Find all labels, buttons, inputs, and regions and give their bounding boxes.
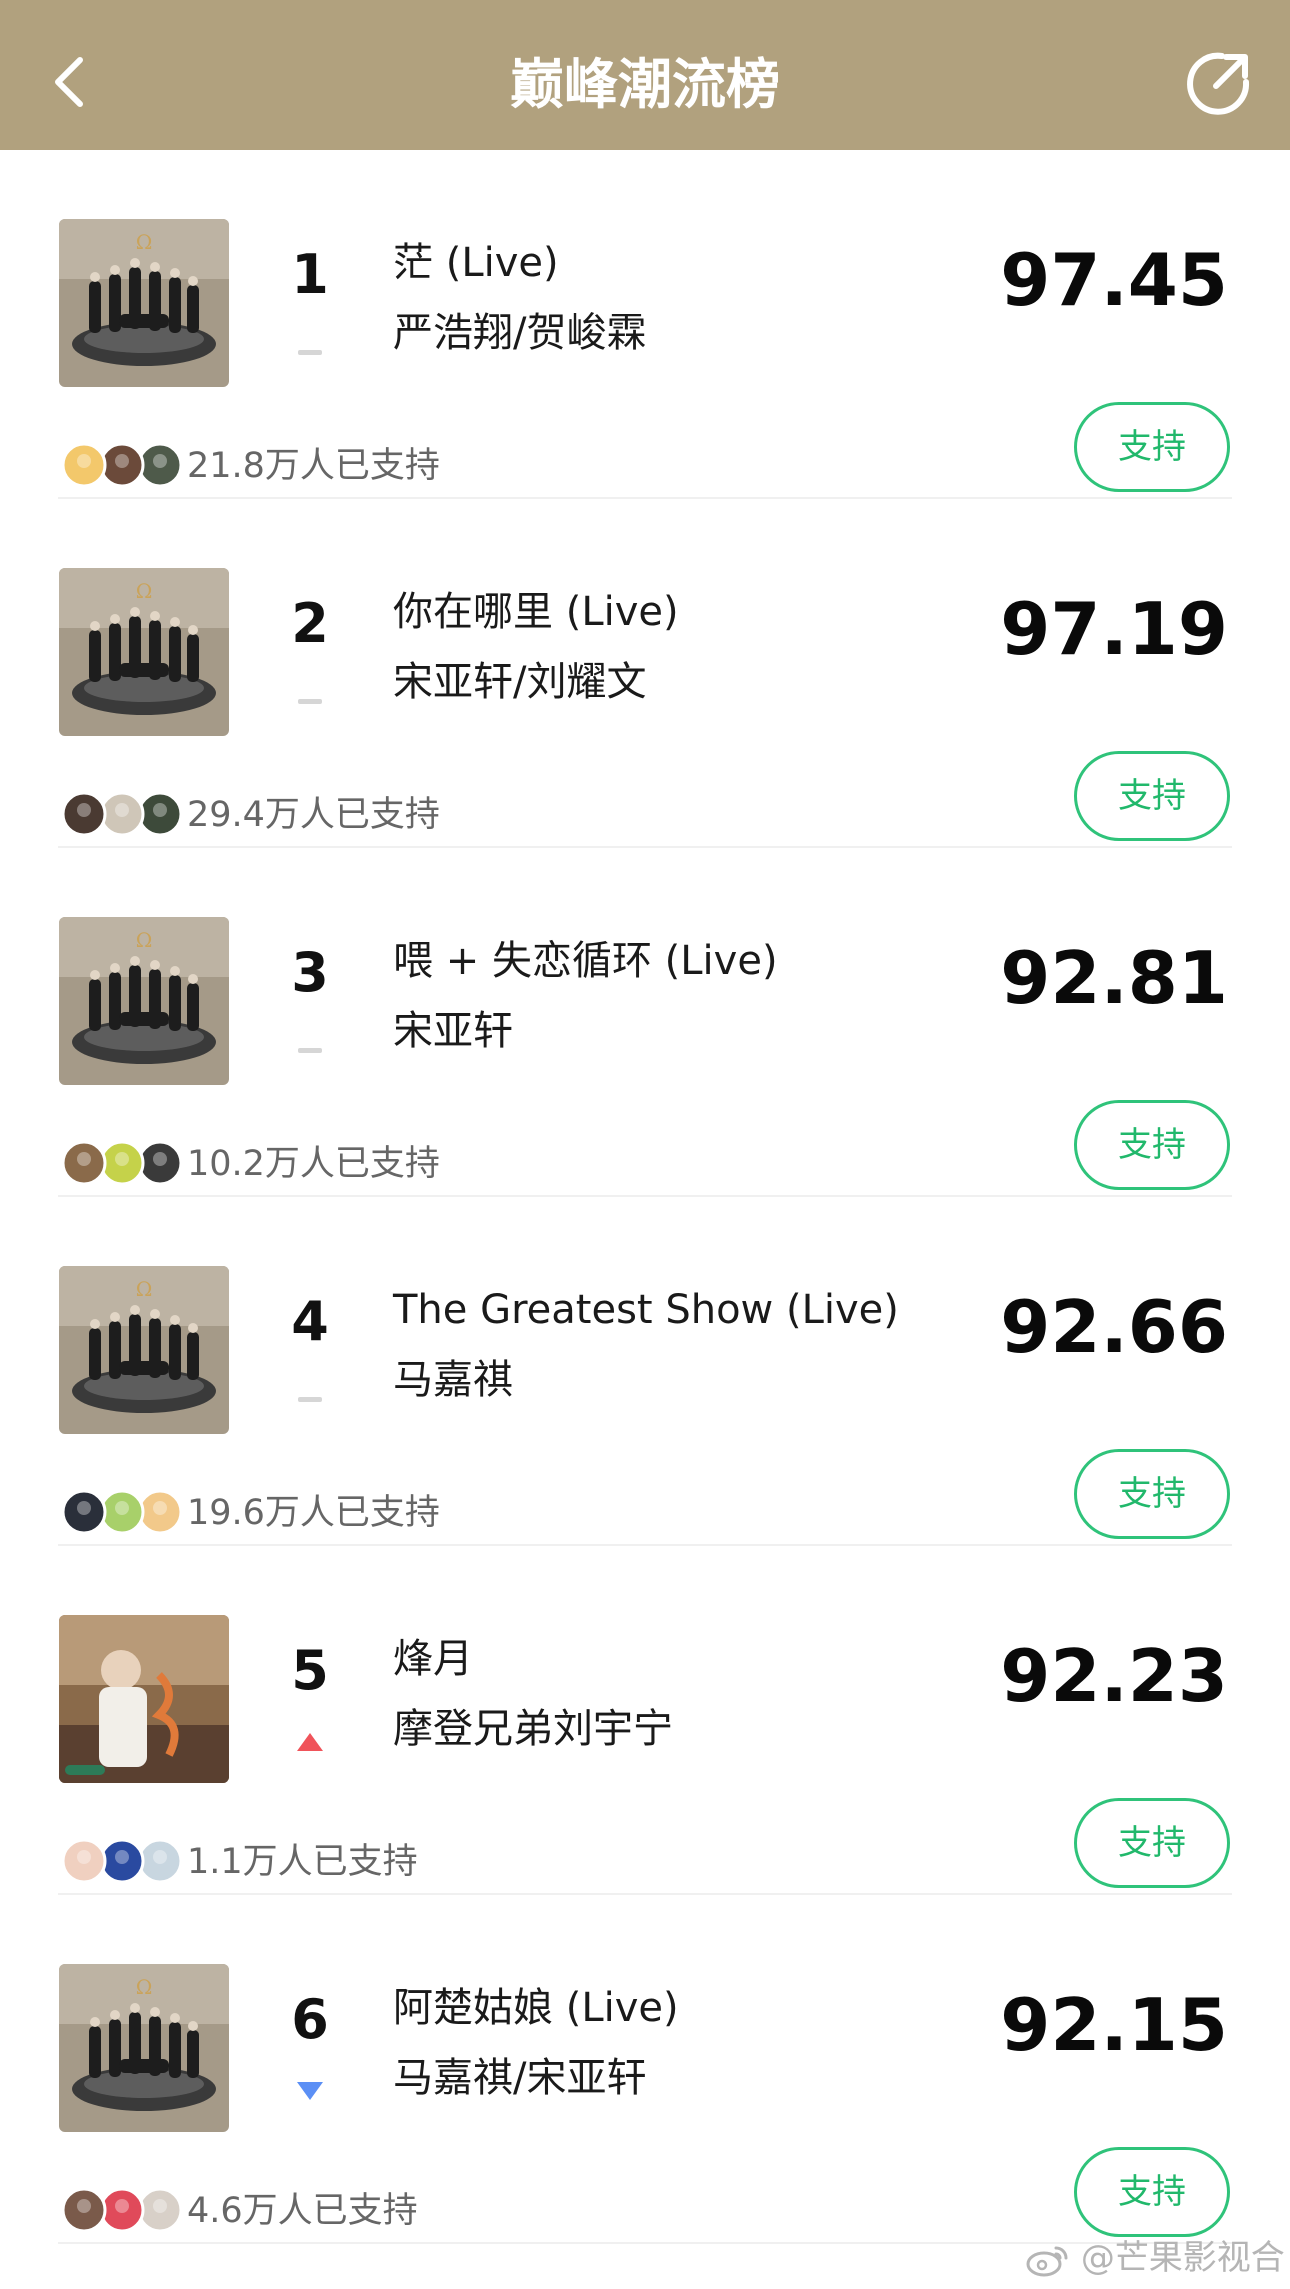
chart-row[interactable]: Ω 2 你在哪里 (Live) 宋亚轩/刘耀文 97.19 29.4万人已支持 支持 bbox=[0, 499, 1290, 848]
trend-flat-icon bbox=[298, 699, 322, 704]
support-button[interactable]: 支持 bbox=[1074, 1100, 1230, 1190]
supporter-count: 21.8万人已支持 bbox=[187, 446, 440, 486]
share-button[interactable] bbox=[1182, 48, 1254, 120]
rank-trend bbox=[296, 2080, 324, 2102]
score: 97.19 bbox=[1000, 587, 1228, 671]
supporter-avatars bbox=[61, 2187, 183, 2233]
artist-name: 摩登兄弟刘宇宁 bbox=[393, 1706, 673, 1752]
watermark-text: @芒果影视合 bbox=[1080, 2238, 1285, 2278]
artist-name: 宋亚轩 bbox=[393, 1008, 513, 1054]
rank-trend bbox=[296, 335, 324, 357]
artist-name: 马嘉祺 bbox=[393, 1357, 513, 1403]
rank-number: 6 bbox=[291, 1988, 329, 2051]
support-button[interactable]: 支持 bbox=[1074, 2147, 1230, 2237]
artist-name: 严浩翔/贺峻霖 bbox=[393, 310, 647, 356]
score: 92.23 bbox=[1000, 1634, 1228, 1718]
svg-text:Ω: Ω bbox=[136, 1277, 153, 1301]
page-title: 巅峰潮流榜 bbox=[510, 53, 780, 116]
trend-flat-icon bbox=[298, 350, 322, 355]
song-title[interactable]: 喂 + 失恋循环 (Live) bbox=[393, 934, 778, 988]
trend-up-icon bbox=[297, 1733, 323, 1751]
supporter-count: 4.6万人已支持 bbox=[187, 2191, 418, 2231]
trend-flat-icon bbox=[298, 1048, 322, 1053]
song-title[interactable]: 你在哪里 (Live) bbox=[393, 585, 679, 639]
supporter-avatars bbox=[61, 791, 183, 837]
supporter-count: 10.2万人已支持 bbox=[187, 1144, 440, 1184]
chart-row[interactable]: Ω 3 喂 + 失恋循环 (Live) 宋亚轩 92.81 10.2万人已支持 支持 bbox=[0, 848, 1290, 1197]
score: 92.81 bbox=[1000, 936, 1228, 1020]
album-cover[interactable] bbox=[59, 1615, 229, 1783]
score: 97.45 bbox=[1000, 238, 1228, 322]
rank-trend bbox=[296, 1033, 324, 1055]
supporter-avatars bbox=[61, 1140, 183, 1186]
album-cover[interactable]: Ω bbox=[59, 568, 229, 736]
rank-number: 4 bbox=[291, 1290, 329, 1353]
artist-name: 宋亚轩/刘耀文 bbox=[393, 659, 647, 705]
chart-row[interactable]: Ω 4 The Greatest Show (Live) 马嘉祺 92.66 19.6万人… bbox=[0, 1197, 1290, 1546]
supporter-count: 19.6万人已支持 bbox=[187, 1493, 440, 1533]
trend-flat-icon bbox=[298, 1397, 322, 1402]
watermark: @芒果影视合 bbox=[1026, 2233, 1285, 2283]
svg-text:Ω: Ω bbox=[136, 928, 153, 952]
chart-row[interactable]: Ω 1 茫 (Live) 严浩翔/贺峻霖 97.45 21.8万人已支持 支持 bbox=[0, 150, 1290, 499]
supporter-count: 1.1万人已支持 bbox=[187, 1842, 418, 1882]
album-cover[interactable]: Ω bbox=[59, 1964, 229, 2132]
svg-text:Ω: Ω bbox=[136, 230, 153, 254]
artist-name: 马嘉祺/宋亚轩 bbox=[393, 2055, 647, 2101]
rank-trend bbox=[296, 1382, 324, 1404]
supporter-count: 29.4万人已支持 bbox=[187, 795, 440, 835]
song-title[interactable]: 烽月 bbox=[393, 1632, 473, 1686]
rank-trend bbox=[296, 1731, 324, 1753]
album-cover[interactable]: Ω bbox=[59, 917, 229, 1085]
chart-row[interactable]: Ω 6 阿楚姑娘 (Live) 马嘉祺/宋亚轩 92.15 4.6万人已支持 支持 bbox=[0, 1895, 1290, 2244]
supporter-avatars bbox=[61, 442, 183, 488]
song-title[interactable]: 阿楚姑娘 (Live) bbox=[393, 1981, 679, 2035]
supporter-avatars bbox=[61, 1489, 183, 1535]
score: 92.15 bbox=[1000, 1983, 1228, 2067]
chart-row[interactable]: 5 烽月摩登兄弟刘宇宁 92.23 1.1万人已支持 支持 bbox=[0, 1546, 1290, 1895]
supporter-avatars bbox=[61, 1838, 183, 1884]
support-button[interactable]: 支持 bbox=[1074, 402, 1230, 492]
rank-trend bbox=[296, 684, 324, 706]
rank-number: 3 bbox=[291, 941, 329, 1004]
rank-number: 2 bbox=[291, 592, 329, 655]
top-bar: 巅峰潮流榜 bbox=[0, 0, 1290, 150]
rank-number: 5 bbox=[291, 1639, 329, 1702]
album-cover[interactable]: Ω bbox=[59, 219, 229, 387]
share-icon bbox=[1187, 52, 1250, 115]
weibo-icon bbox=[1026, 2246, 1068, 2276]
chart-list: Ω1茫 (Live) 严浩翔/贺峻霖 97.45 21.8万人已支持 支持 Ω 2 你在哪里 … bbox=[0, 150, 1290, 2244]
trend-down-icon bbox=[297, 2082, 323, 2100]
svg-text:Ω: Ω bbox=[136, 579, 153, 603]
song-title[interactable]: 茫 (Live) bbox=[393, 236, 559, 290]
support-button[interactable]: 支持 bbox=[1074, 1798, 1230, 1888]
score: 92.66 bbox=[1000, 1285, 1228, 1369]
svg-text:Ω: Ω bbox=[136, 1975, 153, 1999]
rank-number: 1 bbox=[291, 243, 329, 306]
support-button[interactable]: 支持 bbox=[1074, 1449, 1230, 1539]
support-button[interactable]: 支持 bbox=[1074, 751, 1230, 841]
song-title[interactable]: The Greatest Show (Live) bbox=[393, 1283, 899, 1337]
album-cover[interactable]: Ω bbox=[59, 1266, 229, 1434]
